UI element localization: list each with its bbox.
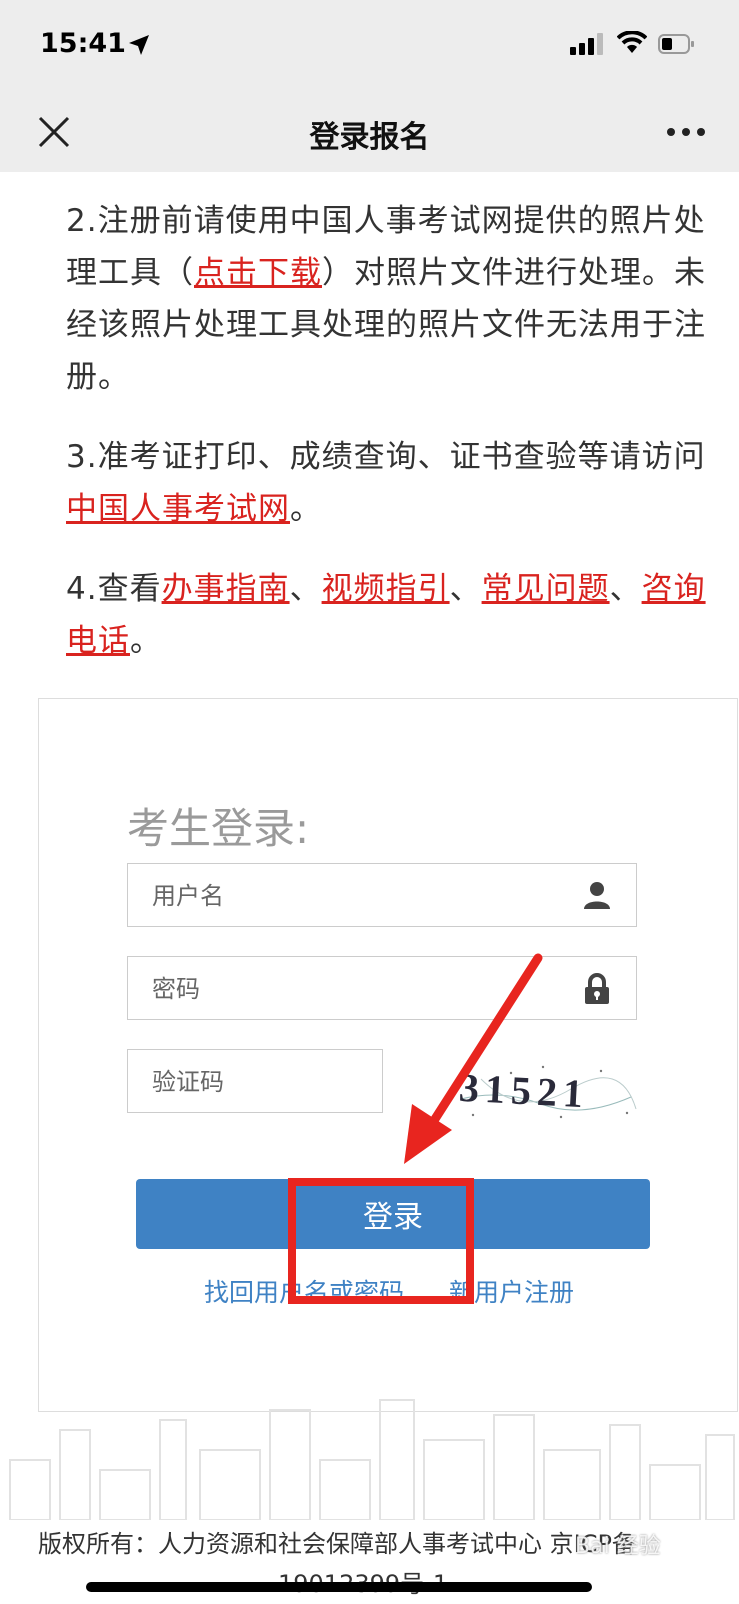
account-links: 找回用户名或密码 新用户注册 xyxy=(39,1273,739,1309)
register-link[interactable]: 新用户注册 xyxy=(449,1278,574,1307)
username-input[interactable] xyxy=(150,864,554,928)
note-3-text-after: 。 xyxy=(290,491,322,527)
recover-account-link[interactable]: 找回用户名或密码 xyxy=(204,1278,404,1307)
wifi-icon xyxy=(617,31,647,53)
separator: 、 xyxy=(289,571,322,607)
separator: 、 xyxy=(609,571,642,607)
note-4-text-after: 。 xyxy=(130,623,162,659)
video-guide-link[interactable]: 视频指引 xyxy=(322,571,450,607)
note-4: 4.查看办事指南、视频指引、常见问题、咨询电话。 xyxy=(66,563,706,667)
notes-section: 2.注册前请使用中国人事考试网提供的照片处理工具（点击下载）对照片文件进行处理。… xyxy=(66,195,706,695)
captcha-input[interactable] xyxy=(150,1050,374,1114)
login-card: 考生登录: 31521 登录 找回用户名或密码 新用户注册 xyxy=(38,698,738,1412)
note-4-text: 4.查看 xyxy=(66,571,162,607)
home-indicator xyxy=(86,1582,592,1592)
faq-link[interactable]: 常见问题 xyxy=(482,571,610,607)
status-time: 15:41 xyxy=(40,28,126,59)
password-input[interactable] xyxy=(150,957,554,1021)
guide-link[interactable]: 办事指南 xyxy=(162,571,290,607)
username-field-box xyxy=(127,863,637,928)
password-field-box xyxy=(127,956,637,1021)
download-link[interactable]: 点击下载 xyxy=(194,255,322,291)
cpta-site-link[interactable]: 中国人事考试网 xyxy=(66,491,290,527)
battery-icon xyxy=(658,34,694,54)
user-icon xyxy=(584,882,610,909)
status-bar: 15:41 xyxy=(0,0,739,92)
separator: 、 xyxy=(449,571,482,607)
captcha-code: 31521 xyxy=(458,1065,590,1117)
login-heading: 考生登录: xyxy=(127,804,310,853)
watermark: Bai 经验 xyxy=(575,1534,661,1559)
page-title: 登录报名 xyxy=(309,120,430,155)
navbar: 登录报名 xyxy=(0,92,739,172)
note-3: 3.准考证打印、成绩查询、证书查验等请访问中国人事考试网。 xyxy=(66,431,706,535)
captcha-field-box xyxy=(127,1049,383,1114)
note-2: 2.注册前请使用中国人事考试网提供的照片处理工具（点击下载）对照片文件进行处理。… xyxy=(66,195,706,403)
location-arrow-icon xyxy=(129,35,149,55)
lock-icon xyxy=(585,973,609,1004)
more-icon[interactable] xyxy=(666,126,706,138)
skyline-background xyxy=(9,1399,735,1520)
note-3-text: 3.准考证打印、成绩查询、证书查验等请访问 xyxy=(66,439,706,475)
captcha-image[interactable]: 31521 xyxy=(451,1059,641,1125)
login-button[interactable]: 登录 xyxy=(136,1179,650,1249)
signal-icon xyxy=(570,33,603,55)
